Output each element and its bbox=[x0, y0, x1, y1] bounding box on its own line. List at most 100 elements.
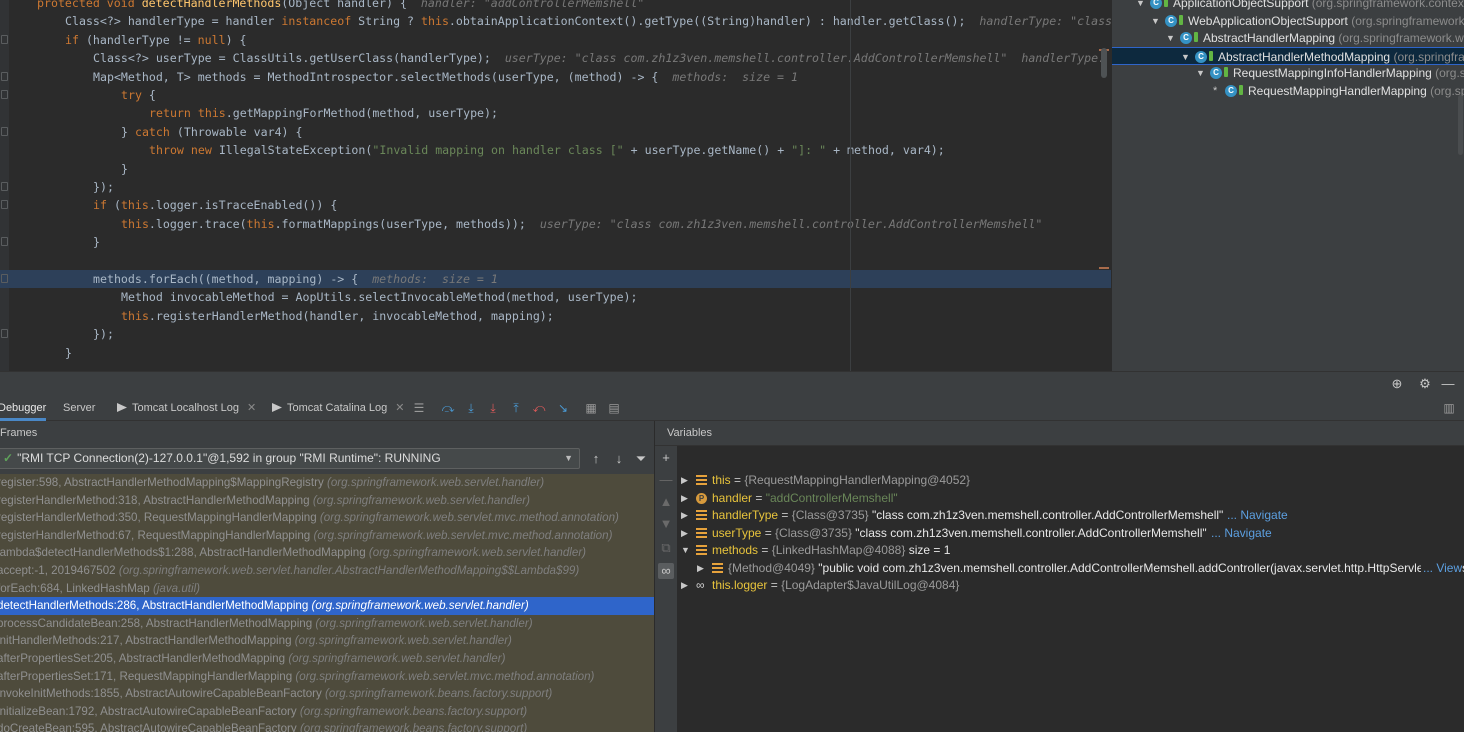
code-line[interactable] bbox=[0, 252, 1111, 270]
chevron-down-icon[interactable]: ▼ bbox=[1196, 64, 1205, 82]
navigate-link[interactable]: ... Navigate bbox=[1227, 507, 1288, 525]
chevron-right-icon[interactable]: ▶ bbox=[681, 490, 688, 508]
fold-marker-icon[interactable] bbox=[1, 126, 8, 136]
tab-tomcat-catalina-log[interactable]: Tomcat Catalina Log ✕ bbox=[272, 396, 405, 421]
frame-item[interactable]: registerHandlerMethod:318, AbstractHandl… bbox=[0, 491, 654, 510]
variable-row[interactable]: ▶ {Method@4049} "public void com.zh1z3ven… bbox=[677, 559, 1464, 578]
frame-item[interactable]: registerHandlerMethod:67, RequestMapping… bbox=[0, 526, 654, 545]
remove-watch-icon[interactable]: — bbox=[658, 472, 674, 488]
evaluate-expression-icon[interactable]: ▦ bbox=[583, 400, 599, 416]
chevron-right-icon[interactable]: ▶ bbox=[681, 507, 688, 525]
target-icon[interactable]: ⊕ bbox=[1389, 376, 1405, 392]
code-line[interactable]: try { bbox=[0, 86, 1111, 104]
type-hierarchy-panel[interactable]: ▼ C ApplicationObjectSupport (org.springfr… bbox=[1111, 0, 1464, 371]
code-line[interactable]: }); bbox=[0, 325, 1111, 343]
code-line[interactable]: Method invocableMethod = AopUtils.select… bbox=[0, 288, 1111, 306]
tab-tomcat-localhost-log[interactable]: Tomcat Localhost Log ✕ bbox=[117, 396, 256, 421]
frame-item[interactable]: detectHandlerMethods:286, AbstractHandle… bbox=[0, 597, 654, 615]
drop-frame-icon[interactable]: ⤺ bbox=[531, 400, 547, 416]
variable-row[interactable]: ▶ handlerType = {Class@3735} "class com.z… bbox=[677, 507, 1464, 525]
gear-icon[interactable]: ⚙ bbox=[1417, 376, 1433, 392]
frame-item[interactable]: invokeInitMethods:1855, AbstractAutowire… bbox=[0, 685, 654, 703]
trace-icon[interactable]: ▤ bbox=[606, 400, 622, 416]
chevron-right-icon[interactable]: ▶ bbox=[681, 472, 688, 490]
hierarchy-item[interactable]: ▼ C ApplicationObjectSupport (org.springfr… bbox=[1112, 0, 1464, 12]
menu-lines-icon[interactable]: ☰ bbox=[411, 400, 427, 416]
variable-row[interactable]: ▶ ∞ this.logger = {LogAdapter$JavaUtilLog@… bbox=[677, 577, 1464, 595]
code-line[interactable]: Map<Method, T> methods = MethodIntrospec… bbox=[0, 68, 1111, 86]
code-line[interactable]: return this.getMappingForMethod(method, … bbox=[0, 104, 1111, 122]
chevron-right-icon[interactable]: ▶ bbox=[681, 577, 688, 595]
step-out-icon[interactable]: ⤒ bbox=[508, 400, 524, 416]
code-line[interactable]: Class<?> handlerType = handler instanceo… bbox=[0, 12, 1111, 30]
fold-marker-icon[interactable] bbox=[1, 237, 8, 247]
frame-item[interactable]: accept:-1, 2019467502 (org.springframewo… bbox=[0, 562, 654, 580]
variable-row[interactable]: ▶ Phandler = "addControllerMemshell" bbox=[677, 490, 1464, 508]
step-into-icon[interactable]: ⤓ bbox=[463, 400, 479, 416]
hierarchy-item[interactable]: ▼ C WebApplicationObjectSupport (org.sprin… bbox=[1112, 12, 1464, 30]
filter-icon[interactable]: ⏷ bbox=[632, 449, 650, 469]
fold-marker-icon[interactable] bbox=[1, 182, 8, 191]
minimize-icon[interactable]: — bbox=[1440, 376, 1456, 392]
code-line[interactable]: } bbox=[0, 233, 1111, 251]
frame-item[interactable]: afterPropertiesSet:205, AbstractHandlerM… bbox=[0, 650, 654, 668]
hierarchy-scrollbar[interactable] bbox=[1458, 95, 1463, 155]
code-line[interactable]: throw new IllegalStateException("Invalid… bbox=[0, 141, 1111, 159]
code-editor[interactable]: protected void detectHandlerMethods(Obje… bbox=[0, 0, 1111, 371]
editor-marker[interactable] bbox=[1099, 267, 1109, 269]
code-line[interactable]: } catch (Throwable var4) { bbox=[0, 123, 1111, 141]
layout-icon[interactable]: ▥ bbox=[1441, 400, 1457, 416]
navigate-link[interactable]: ... View bbox=[1421, 559, 1463, 577]
tab-debugger[interactable]: Debugger bbox=[0, 396, 47, 421]
run-to-cursor-icon[interactable]: ↘ bbox=[555, 400, 571, 416]
code-line[interactable]: if (this.logger.isTraceEnabled()) { bbox=[0, 196, 1111, 214]
frame-item[interactable]: register:598, AbstractHandlerMethodMappi… bbox=[0, 474, 654, 492]
fold-marker-icon[interactable] bbox=[1, 200, 8, 210]
fold-marker-icon[interactable] bbox=[1, 34, 8, 44]
frame-item[interactable]: initializeBean:1792, AbstractAutowireCap… bbox=[0, 702, 654, 721]
move-up-icon[interactable]: ▲ bbox=[658, 494, 674, 510]
variable-row[interactable]: ▶ this = {RequestMappingHandlerMapping@40… bbox=[677, 472, 1464, 490]
chevron-down-icon[interactable]: ▼ bbox=[681, 542, 690, 560]
copy-icon[interactable]: ⧉ bbox=[658, 540, 674, 556]
tab-server[interactable]: Server bbox=[63, 396, 95, 421]
code-line[interactable]: if (handlerType != null) { bbox=[0, 31, 1111, 49]
fold-marker-icon[interactable] bbox=[1, 90, 8, 99]
chevron-down-icon[interactable]: ▼ bbox=[1181, 48, 1190, 64]
navigate-link[interactable]: ... Navigate bbox=[1211, 525, 1272, 543]
fold-marker-icon[interactable] bbox=[1, 71, 8, 81]
chevron-right-icon[interactable]: ▶ bbox=[697, 560, 704, 578]
frame-item[interactable]: doCreateBean:595, AbstractAutowireCapabl… bbox=[0, 720, 654, 732]
hierarchy-item[interactable]: ▼ C AbstractHandlerMapping (org.springfram… bbox=[1112, 29, 1464, 47]
code-line[interactable]: Class<?> userType = ClassUtils.getUserCl… bbox=[0, 49, 1111, 67]
code-line[interactable]: } bbox=[0, 160, 1111, 178]
move-down-icon[interactable]: ▼ bbox=[658, 516, 674, 532]
code-line[interactable]: protected void detectHandlerMethods(Obje… bbox=[0, 0, 1111, 12]
code-line[interactable]: this.logger.trace(this.formatMappings(us… bbox=[0, 215, 1111, 233]
chevron-down-icon[interactable]: ▼ bbox=[1166, 29, 1175, 47]
show-watches-icon[interactable]: ∞ bbox=[658, 563, 674, 579]
frame-item[interactable]: forEach:684, LinkedHashMap (java.util) bbox=[0, 579, 654, 598]
arrow-down-icon[interactable]: ↓ bbox=[610, 449, 628, 469]
step-over-icon[interactable]: ⤼ bbox=[440, 400, 456, 416]
hierarchy-item[interactable]: * C RequestMappingHandlerMapping (org.spri… bbox=[1112, 82, 1464, 100]
add-watch-icon[interactable]: + bbox=[658, 450, 674, 466]
frame-item[interactable]: lambda$detectHandlerMethods$1:288, Abstr… bbox=[0, 544, 654, 562]
code-line[interactable]: } bbox=[0, 344, 1111, 362]
frame-item[interactable]: initHandlerMethods:217, AbstractHandlerM… bbox=[0, 632, 654, 650]
chevron-down-icon[interactable]: ▼ bbox=[1136, 0, 1145, 12]
arrow-up-icon[interactable]: ↑ bbox=[587, 449, 605, 469]
chevron-right-icon[interactable]: ▶ bbox=[681, 525, 688, 543]
editor-scrollbar[interactable] bbox=[1101, 48, 1107, 78]
frame-item[interactable]: afterPropertiesSet:171, RequestMappingHa… bbox=[0, 667, 654, 686]
fold-marker-icon[interactable] bbox=[1, 329, 8, 339]
hierarchy-item[interactable]: ▼ C RequestMappingInfoHandlerMapping (org.… bbox=[1112, 64, 1464, 82]
close-icon[interactable]: ✕ bbox=[247, 402, 256, 414]
hierarchy-item[interactable]: ▼ C AbstractHandlerMethodMapping (org.spri… bbox=[1112, 46, 1464, 65]
chevron-down-icon[interactable]: ▼ bbox=[1151, 12, 1160, 30]
close-icon[interactable]: ✕ bbox=[395, 402, 404, 414]
force-step-into-icon[interactable]: ⤓ bbox=[485, 400, 501, 416]
code-line[interactable]: methods.forEach((method, mapping) -> { m… bbox=[0, 270, 1111, 288]
code-line[interactable]: }); bbox=[0, 178, 1111, 196]
code-line[interactable]: this.registerHandlerMethod(handler, invo… bbox=[0, 307, 1111, 325]
